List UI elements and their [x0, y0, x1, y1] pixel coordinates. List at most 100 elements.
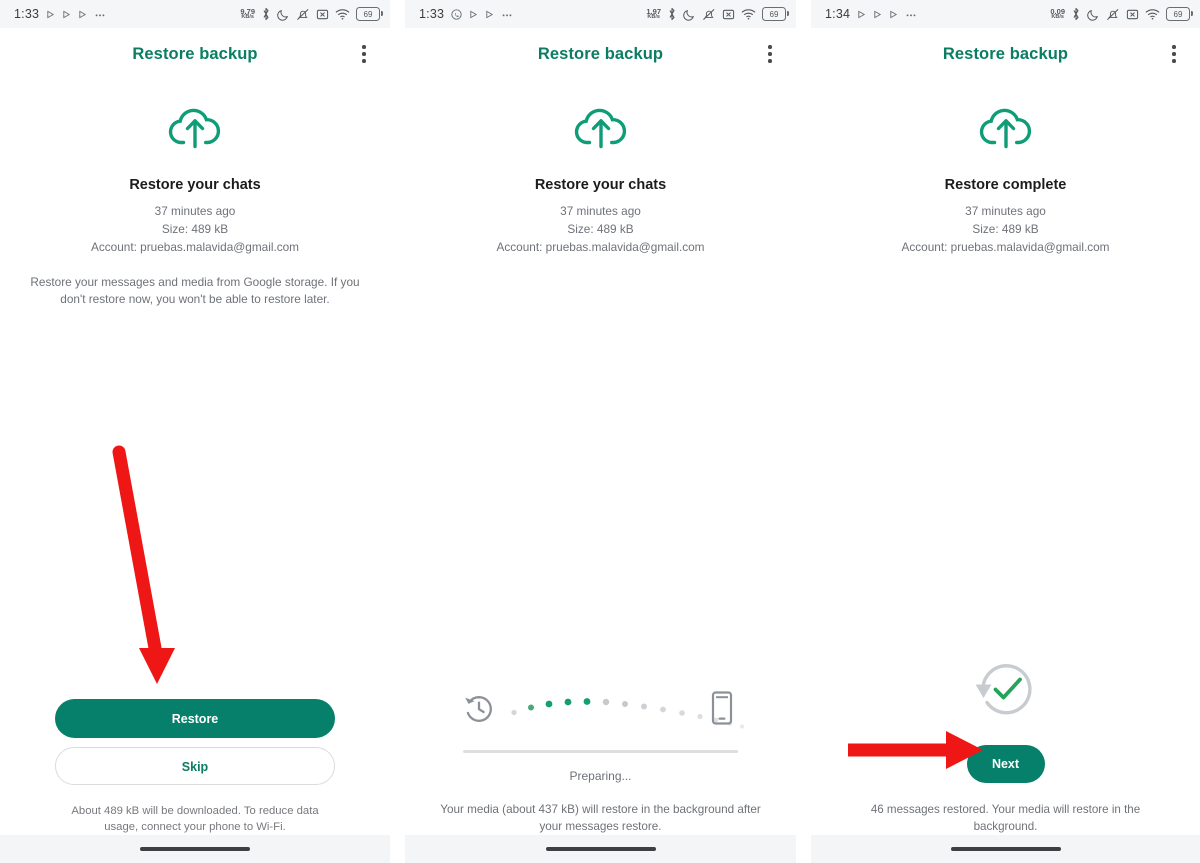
phone-screen-restore-complete: 1:34 0.09 KB/s 69 Restore backup Restore… — [811, 0, 1200, 863]
wifi-icon — [741, 8, 756, 20]
panel-divider — [390, 0, 405, 863]
progress-area: Preparing... Your media (about 437 kB) w… — [405, 682, 796, 835]
hero-icon-wrap — [0, 102, 390, 155]
progress-status-label: Preparing... — [569, 769, 632, 783]
play-icon — [889, 10, 898, 19]
network-speed-indicator: 9.79 KB/s — [240, 7, 255, 21]
play-icon — [469, 10, 478, 19]
page-title: Restore backup — [942, 44, 1069, 63]
download-footnote: About 489 kB will be downloaded. To redu… — [71, 805, 319, 833]
main-content: Restore your chats 37 minutes ago Size: … — [405, 80, 796, 256]
wifi-icon — [335, 8, 350, 20]
backup-meta: 37 minutes ago Size: 489 kB Account: pru… — [811, 202, 1200, 256]
gesture-nav-bar — [405, 835, 796, 863]
backup-account: Account: pruebas.malavida@gmail.com — [90, 240, 300, 254]
screenshot-triptych: 1:33 9.79 KB/s 69 Restore backup Restore… — [0, 0, 1200, 863]
restore-description: Restore your messages and media from Goo… — [30, 275, 360, 306]
bluetooth-icon — [667, 7, 677, 21]
play-icon — [62, 10, 71, 19]
cloud-upload-icon — [166, 102, 224, 155]
mute-icon — [1126, 8, 1139, 21]
play-icon — [873, 10, 882, 19]
phone-screen-restore-prompt: 1:33 9.79 KB/s 69 Restore backup Restore… — [0, 0, 390, 863]
backup-meta: 37 minutes ago Size: 489 kB Account: pru… — [405, 202, 796, 256]
play-icon — [46, 10, 55, 19]
network-speed-unit: KB/s — [647, 14, 660, 20]
mute-icon — [316, 8, 329, 21]
status-time: 1:33 — [14, 7, 40, 21]
play-icon — [485, 10, 494, 19]
backup-account: Account: pruebas.malavida@gmail.com — [496, 240, 705, 254]
cloud-upload-icon — [572, 102, 630, 155]
play-icon — [78, 10, 87, 19]
progress-bar — [463, 750, 738, 753]
circular-arrow-check-icon — [970, 654, 1042, 731]
battery-level: 69 — [363, 9, 373, 19]
mute-icon — [722, 8, 735, 21]
completion-area: Next 46 messages restored. Your media wi… — [811, 654, 1200, 835]
main-content: Restore complete 37 minutes ago Size: 48… — [811, 80, 1200, 256]
hero-icon-wrap — [405, 102, 796, 155]
gesture-handle[interactable] — [140, 847, 250, 851]
more-options-icon[interactable] — [354, 43, 374, 65]
status-bar-right: 1.97 KB/s 69 — [646, 7, 789, 21]
skip-button[interactable]: Skip — [55, 747, 335, 785]
gesture-handle[interactable] — [545, 847, 656, 851]
bluetooth-icon — [1071, 7, 1081, 21]
app-bar: Restore backup — [0, 28, 390, 80]
status-time: 1:34 — [825, 7, 851, 21]
content-headline: Restore your chats — [129, 177, 261, 193]
do-not-disturb-moon-icon — [277, 8, 290, 21]
main-content: Restore your chats 37 minutes ago Size: … — [0, 80, 390, 308]
page-title: Restore backup — [132, 44, 258, 63]
backup-time: 37 minutes ago — [154, 204, 236, 218]
network-speed-unit: KB/s — [1051, 14, 1064, 20]
battery-level: 69 — [1173, 9, 1183, 19]
app-bar: Restore backup — [811, 28, 1200, 80]
backup-size: Size: 489 kB — [567, 222, 634, 236]
overflow-dots-icon — [501, 10, 513, 19]
gesture-handle[interactable] — [950, 847, 1061, 851]
more-options-icon[interactable] — [1164, 43, 1184, 65]
status-bar: 1:33 1.97 KB/s 69 — [405, 0, 796, 28]
network-speed-indicator: 0.09 KB/s — [1050, 7, 1065, 21]
alarm-off-icon — [702, 8, 716, 21]
status-bar: 1:33 9.79 KB/s 69 — [0, 0, 390, 28]
alarm-off-icon — [296, 8, 310, 21]
media-restore-note: Your media (about 437 kB) will restore i… — [440, 803, 761, 833]
more-options-icon[interactable] — [760, 43, 780, 65]
backup-size: Size: 489 kB — [161, 222, 229, 236]
restore-button[interactable]: Restore — [55, 699, 335, 738]
panel-divider — [796, 0, 811, 863]
status-bar-right: 0.09 KB/s 69 — [1050, 7, 1193, 21]
transfer-illustration — [460, 682, 744, 738]
battery-icon: 69 — [762, 7, 789, 21]
status-bar-left: 1:33 — [14, 7, 106, 21]
cloud-upload-icon — [977, 102, 1035, 155]
status-bar-right: 9.79 KB/s 69 — [240, 7, 383, 21]
history-restore-icon — [462, 692, 496, 731]
backup-time: 37 minutes ago — [965, 204, 1046, 218]
network-speed-indicator: 1.97 KB/s — [646, 7, 661, 21]
app-bar: Restore backup — [405, 28, 796, 80]
content-headline: Restore complete — [944, 177, 1067, 193]
page-title: Restore backup — [537, 44, 664, 63]
battery-icon: 69 — [1166, 7, 1193, 21]
phone-screen-restoring-progress: 1:33 1.97 KB/s 69 Restore backup Restore… — [405, 0, 796, 863]
content-headline: Restore your chats — [534, 177, 667, 193]
wifi-icon — [1145, 8, 1160, 20]
battery-icon: 69 — [356, 7, 383, 21]
hero-icon-wrap — [811, 102, 1200, 155]
status-bar-left: 1:33 — [419, 7, 513, 21]
messages-restored-note: 46 messages restored. Your media will re… — [870, 803, 1141, 833]
play-icon — [857, 10, 866, 19]
completion-icon-wrap — [811, 654, 1200, 731]
backup-account: Account: pruebas.malavida@gmail.com — [901, 240, 1110, 254]
gesture-nav-bar — [0, 835, 390, 863]
phone-device-icon — [709, 690, 735, 731]
network-speed-unit: KB/s — [241, 14, 254, 20]
overflow-dots-icon — [94, 10, 106, 19]
backup-size: Size: 489 kB — [972, 222, 1039, 236]
next-button[interactable]: Next — [966, 745, 1045, 783]
alarm-off-icon — [1106, 8, 1120, 21]
